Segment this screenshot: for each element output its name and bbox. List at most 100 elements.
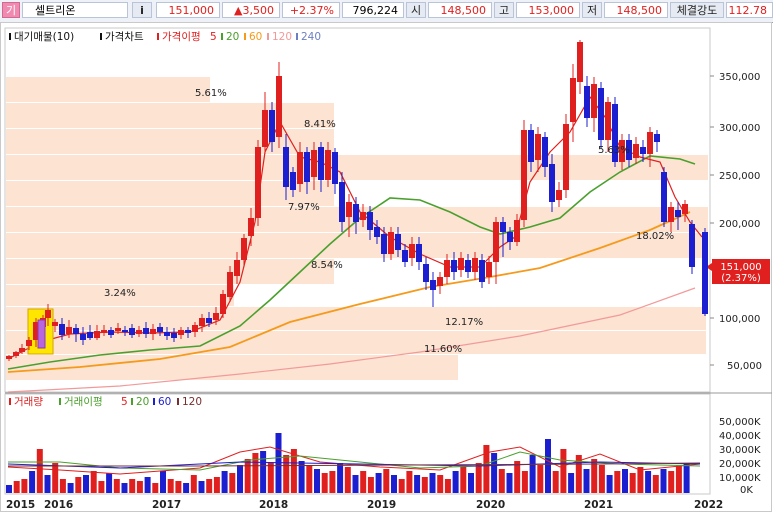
candle-body — [360, 212, 366, 220]
volume-bar — [406, 471, 413, 493]
candle-body — [108, 330, 114, 335]
menu-icon[interactable]: 기 — [2, 2, 20, 18]
candle-body — [332, 152, 338, 184]
candle-body — [339, 182, 345, 222]
volume-bar — [475, 463, 482, 493]
volume-bar — [337, 463, 344, 493]
volume-bar — [306, 465, 313, 493]
candle-body — [640, 147, 646, 154]
info-button[interactable]: i — [132, 2, 152, 18]
volume-tick: 30,000K — [719, 445, 761, 456]
candle-body — [570, 78, 576, 122]
strength-value: 112.78 — [726, 2, 773, 18]
candle-body — [227, 272, 233, 297]
candle-body — [388, 232, 394, 254]
candle-body — [367, 212, 373, 230]
candle-body — [507, 232, 513, 242]
legend-ma20[interactable]: 20 — [226, 31, 239, 43]
supply-pct-label: 8.54% — [311, 260, 343, 271]
legend-ma240[interactable]: 240 — [301, 31, 321, 43]
stock-name-field[interactable]: 셀트리온 — [22, 2, 128, 18]
volume-bar — [637, 467, 644, 493]
candle-body — [269, 110, 275, 142]
candle-body — [430, 280, 436, 290]
volume-bar — [375, 473, 382, 493]
legend-waiting-volume[interactable]: 대기매물(10) — [14, 31, 74, 43]
supply-pct-label: 8.41% — [304, 119, 336, 130]
candle-body — [129, 328, 135, 335]
candle-body — [248, 218, 254, 236]
candle-body — [409, 244, 415, 258]
supply-pct-label: 5.63% — [598, 145, 630, 156]
volume-bar — [606, 475, 613, 493]
volume-bar — [529, 455, 536, 493]
candle-body — [283, 147, 289, 187]
candle-body — [101, 330, 107, 333]
candle-body — [521, 130, 527, 220]
volume-bar — [290, 449, 297, 493]
volume-bar — [452, 471, 459, 493]
volume-bar — [6, 485, 12, 493]
volume-bar — [568, 473, 575, 493]
legend-ma60[interactable]: 60 — [249, 31, 262, 43]
candle-body — [444, 260, 450, 277]
candle-body — [668, 207, 674, 222]
candle-body — [122, 330, 128, 332]
legend-price-ma[interactable]: 가격이평 — [162, 30, 201, 43]
volume-bar — [367, 477, 374, 493]
legend-ma5[interactable]: 5 — [210, 31, 217, 43]
price-tick: 100,000 — [719, 314, 760, 325]
volume-bar — [167, 479, 174, 493]
candle-body — [577, 42, 583, 82]
volume-bar — [283, 455, 290, 493]
volume-bar — [90, 471, 97, 493]
candle-body — [318, 147, 324, 180]
candle-body — [157, 327, 163, 332]
candle-body — [325, 150, 331, 180]
legend-volume[interactable]: 거래량 — [14, 396, 43, 408]
volume-bar — [314, 469, 320, 493]
x-axis-label: 2020 — [476, 499, 505, 511]
candle-body — [416, 244, 422, 262]
price-tick: 250,000 — [719, 171, 760, 182]
volume-bar — [83, 475, 89, 493]
candle-body — [143, 328, 149, 334]
volume-bar — [152, 483, 159, 493]
price-tick: 300,000 — [719, 123, 760, 134]
candle-body — [647, 132, 653, 154]
candle-body — [702, 232, 708, 314]
volume-bar — [190, 475, 197, 493]
legend-vma20[interactable]: 20 — [136, 396, 149, 408]
volume-tick: 40,000K — [719, 431, 761, 442]
volume-bar — [144, 477, 151, 493]
x-axis-label: 2021 — [584, 499, 613, 511]
candle-body — [633, 144, 639, 158]
candle-body — [549, 164, 555, 202]
legend-volume-ma[interactable]: 거래이평 — [64, 396, 103, 408]
candle-body — [563, 124, 569, 190]
price-tick: 50,000 — [727, 361, 762, 372]
supply-pct-label: 7.97% — [288, 202, 320, 213]
volume-bar — [352, 475, 359, 493]
candle-body — [598, 88, 604, 140]
strength-label: 체결강도 — [670, 2, 724, 18]
volume-bar — [198, 481, 205, 493]
candle-body — [402, 250, 408, 262]
stock-chart[interactable]: 350,000 300,000 250,000 200,000 100,000 … — [0, 22, 772, 512]
legend-price-chart[interactable]: 가격차트 — [105, 30, 144, 43]
volume-bar — [44, 475, 51, 493]
candle-body — [689, 224, 695, 267]
volume-bar — [75, 477, 82, 493]
volume-bar — [468, 473, 474, 493]
candle-body — [682, 204, 688, 214]
volume-bar — [329, 471, 336, 493]
candle-body — [87, 332, 93, 338]
volume-bar — [383, 469, 390, 493]
legend-vma60[interactable]: 60 — [158, 396, 171, 408]
legend-vma5[interactable]: 5 — [121, 396, 128, 408]
legend-vma120[interactable]: 120 — [182, 396, 202, 408]
legend-ma120[interactable]: 120 — [272, 31, 292, 43]
candle-body — [192, 325, 198, 332]
candle-body — [605, 102, 611, 140]
price-change: ▲3,500 — [222, 2, 280, 18]
